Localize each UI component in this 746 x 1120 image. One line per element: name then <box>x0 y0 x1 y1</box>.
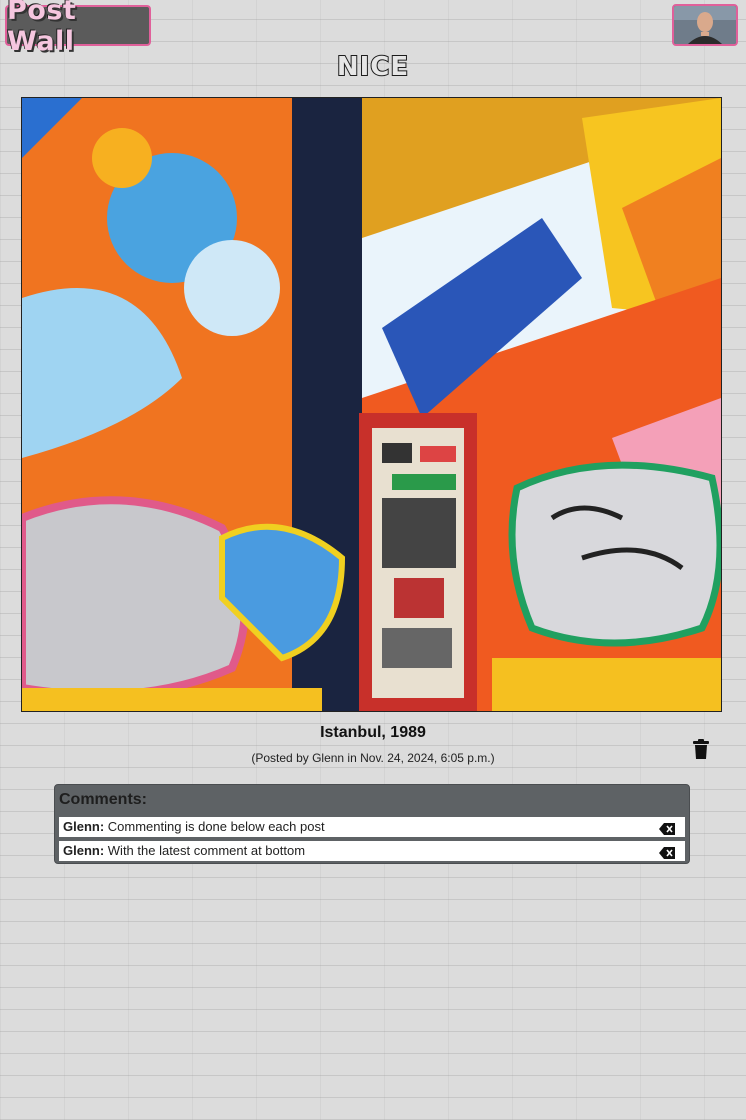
comment-author: Glenn: <box>63 819 105 834</box>
comment-author: Glenn: <box>63 843 105 858</box>
post-caption: Istanbul, 1989 <box>320 724 426 741</box>
graffiti-wall-photo <box>22 98 721 711</box>
backspace-icon[interactable] <box>659 845 675 859</box>
comment-text: With the latest comment at bottom <box>104 843 306 858</box>
comment-item: Glenn: Commenting is done below each pos… <box>59 817 685 837</box>
backspace-icon[interactable] <box>659 821 675 835</box>
comments-header: Comments: <box>59 791 148 808</box>
trash-icon[interactable] <box>690 738 712 760</box>
site-logo[interactable]: Post Wall <box>5 0 151 57</box>
post-image <box>21 97 722 712</box>
post-meta: (Posted by Glenn in Nov. 24, 2024, 6:05 … <box>251 751 495 765</box>
avatar-icon <box>674 6 736 44</box>
logo-text: Post Wall <box>7 0 77 57</box>
comment-item: Glenn: With the latest comment at bottom <box>59 841 685 861</box>
comments-panel: Comments: Glenn: Commenting is done belo… <box>54 784 690 864</box>
comment-text: Commenting is done below each post <box>104 819 325 834</box>
post-title: NICE <box>336 51 410 83</box>
user-avatar[interactable] <box>672 4 738 46</box>
